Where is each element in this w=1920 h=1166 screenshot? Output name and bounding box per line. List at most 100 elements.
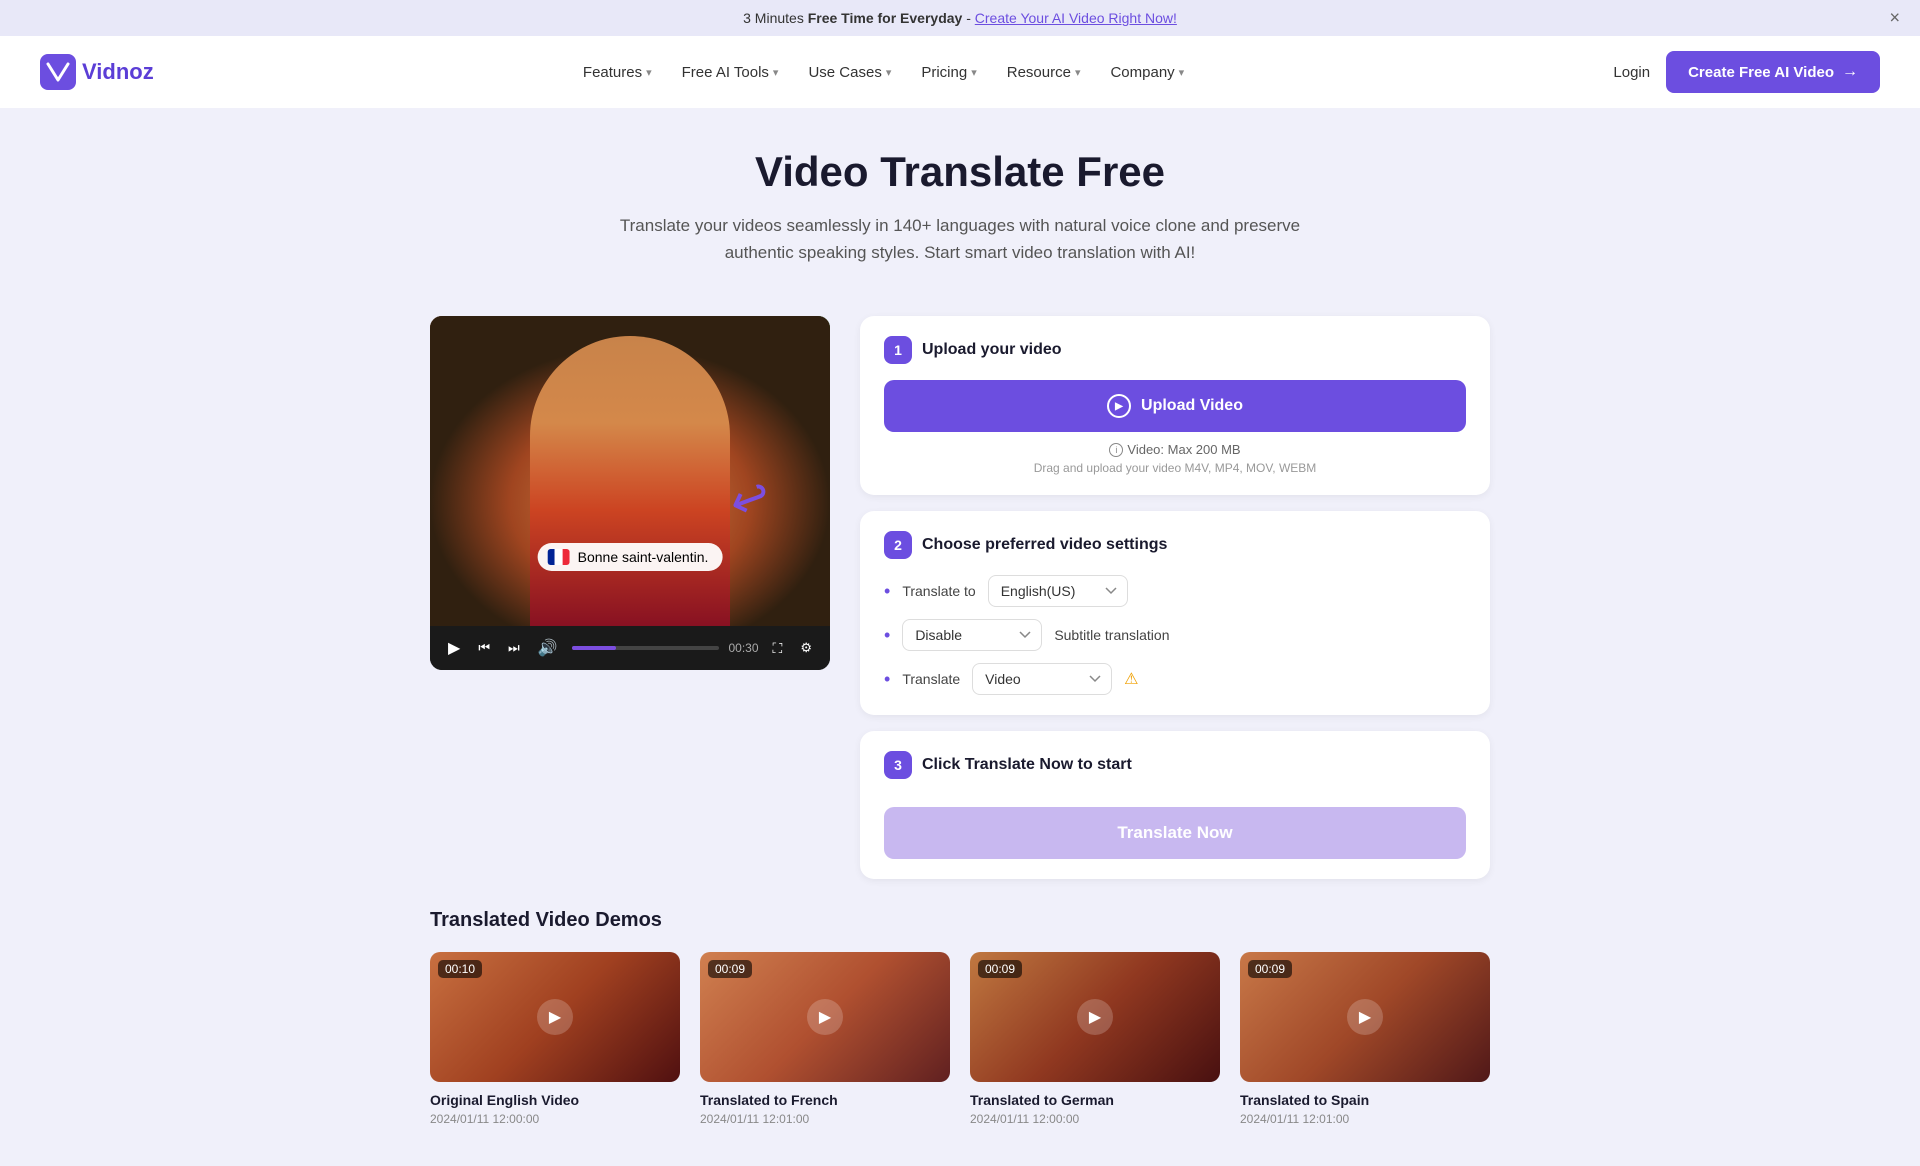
demo-1-name: Original English Video [430,1092,680,1108]
features-chevron-icon: ▾ [646,66,652,79]
formats-text: Drag and upload your video M4V, MP4, MOV… [884,461,1466,475]
step-1-title: Upload your video [922,341,1062,359]
person-silhouette [530,336,730,626]
navigation: Vidnoz Features ▾ Free AI Tools ▾ Use Ca… [0,36,1920,108]
step-3-title: Click Translate Now to start [922,756,1132,774]
demo-3-duration: 00:09 [978,960,1022,978]
expand-button[interactable]: ⛶ [769,638,787,659]
demo-4-duration: 00:09 [1248,960,1292,978]
video-thumbnail[interactable]: ↩ Bonne saint-valentin. [430,316,830,626]
translate-to-label: Translate to [902,583,975,599]
close-banner-button[interactable]: × [1889,8,1900,29]
logo-text: Vidnoz [82,59,154,85]
settings-button[interactable]: ⚙ [796,638,816,658]
subtitle-dot: • [884,625,890,646]
demos-title: Translated Video Demos [430,909,1490,932]
demo-1-play-icon: ▶ [537,999,573,1035]
step-1-card: 1 Upload your video ▶ Upload Video i Vid… [860,316,1490,495]
info-circle-icon: i [1109,443,1123,457]
demo-2-duration: 00:09 [708,960,752,978]
step-3-number: 3 [884,751,912,779]
login-button[interactable]: Login [1613,64,1650,81]
banner-link[interactable]: Create Your AI Video Right Now! [975,10,1177,26]
resource-chevron-icon: ▾ [1075,66,1081,79]
french-flag-icon [548,549,570,565]
create-free-video-button[interactable]: Create Free AI Video → [1666,51,1880,93]
demos-section: Translated Video Demos 00:10 ▶ Original … [410,909,1510,1166]
progress-bar[interactable] [572,646,719,650]
banner-separator: - [966,10,975,26]
step-2-number: 2 [884,531,912,559]
demos-grid: 00:10 ▶ Original English Video 2024/01/1… [430,952,1490,1126]
step-2-title: Choose preferred video settings [922,536,1167,554]
company-chevron-icon: ▾ [1179,66,1185,79]
nav-free-ai-tools[interactable]: Free AI Tools ▾ [682,64,779,81]
step-3-header: 3 Click Translate Now to start [884,751,1466,779]
play-button[interactable]: ▶ [444,636,464,660]
demo-1-duration: 00:10 [438,960,482,978]
video-duration: 00:30 [729,641,759,655]
subtitle-badge: Bonne saint-valentin. [538,543,723,571]
step-1-header: 1 Upload your video [884,336,1466,364]
logo[interactable]: Vidnoz [40,54,154,90]
subtitle-row: • Disable Enable Subtitle translation [884,619,1466,651]
hero-section: Video Translate Free Translate your vide… [0,108,1920,286]
nav-resource[interactable]: Resource ▾ [1007,64,1081,81]
translate-to-select[interactable]: English(US) French German Spanish Chines… [988,575,1128,607]
translate-type-select[interactable]: Video Audio only [972,663,1112,695]
main-content: ↩ Bonne saint-valentin. ▶ ⏮ ⏭ 🔊 00:30 ⛶ … [410,316,1510,879]
free-ai-tools-chevron-icon: ▾ [773,66,779,79]
demo-thumb-3: 00:09 ▶ [970,952,1220,1082]
upload-video-button[interactable]: ▶ Upload Video [884,380,1466,432]
demo-1-date: 2024/01/11 12:00:00 [430,1112,680,1126]
nav-company[interactable]: Company ▾ [1110,64,1184,81]
demo-4-date: 2024/01/11 12:01:00 [1240,1112,1490,1126]
demo-3-date: 2024/01/11 12:00:00 [970,1112,1220,1126]
subtitle-select[interactable]: Disable Enable [902,619,1042,651]
translate-type-row: • Translate Video Audio only ⚠ [884,663,1466,695]
max-size-text: i Video: Max 200 MB [884,442,1466,457]
demo-card-1[interactable]: 00:10 ▶ Original English Video 2024/01/1… [430,952,680,1126]
demo-thumb-2: 00:09 ▶ [700,952,950,1082]
demo-thumb-1: 00:10 ▶ [430,952,680,1082]
hero-subtitle: Translate your videos seamlessly in 140+… [610,212,1310,266]
demo-4-name: Translated to Spain [1240,1092,1490,1108]
pricing-chevron-icon: ▾ [971,66,977,79]
subtitle-text: Bonne saint-valentin. [578,549,709,565]
demo-card-2[interactable]: 00:09 ▶ Translated to French 2024/01/11 … [700,952,950,1126]
video-controls: ▶ ⏮ ⏭ 🔊 00:30 ⛶ ⚙ [430,626,830,670]
demo-2-name: Translated to French [700,1092,950,1108]
subtitle-translation-label: Subtitle translation [1054,627,1169,643]
rewind-button[interactable]: ⏮ [474,638,494,658]
use-cases-chevron-icon: ▾ [886,66,892,79]
step-2-card: 2 Choose preferred video settings • Tran… [860,511,1490,715]
translate-to-row: • Translate to English(US) French German… [884,575,1466,607]
translate-to-dot: • [884,581,890,602]
demo-card-3[interactable]: 00:09 ▶ Translated to German 2024/01/11 … [970,952,1220,1126]
translate-type-info-button[interactable]: ⚠ [1124,669,1138,689]
translate-now-button[interactable]: Translate Now [884,807,1466,859]
banner-highlight: Free Time for Everyday [808,10,963,26]
demo-card-4[interactable]: 00:09 ▶ Translated to Spain 2024/01/11 1… [1240,952,1490,1126]
video-player: ↩ Bonne saint-valentin. ▶ ⏮ ⏭ 🔊 00:30 ⛶ … [430,316,830,670]
page-title: Video Translate Free [20,148,1900,196]
demo-2-play-icon: ▶ [807,999,843,1035]
upload-info: i Video: Max 200 MB Drag and upload your… [884,442,1466,475]
logo-icon [40,54,76,90]
nav-links: Features ▾ Free AI Tools ▾ Use Cases ▾ P… [583,64,1184,81]
upload-play-icon: ▶ [1107,394,1131,418]
step-1-number: 1 [884,336,912,364]
step-3-card: 3 Click Translate Now to start Translate… [860,731,1490,879]
nav-features[interactable]: Features ▾ [583,64,652,81]
demo-4-play-icon: ▶ [1347,999,1383,1035]
demo-2-date: 2024/01/11 12:01:00 [700,1112,950,1126]
step-panel: 1 Upload your video ▶ Upload Video i Vid… [860,316,1490,879]
demo-3-name: Translated to German [970,1092,1220,1108]
forward-button[interactable]: ⏭ [504,638,524,658]
demo-3-play-icon: ▶ [1077,999,1113,1035]
top-banner: 3 Minutes Free Time for Everyday - Creat… [0,0,1920,36]
nav-use-cases[interactable]: Use Cases ▾ [808,64,891,81]
volume-button[interactable]: 🔊 [534,636,562,660]
nav-pricing[interactable]: Pricing ▾ [921,64,976,81]
progress-fill [572,646,616,650]
